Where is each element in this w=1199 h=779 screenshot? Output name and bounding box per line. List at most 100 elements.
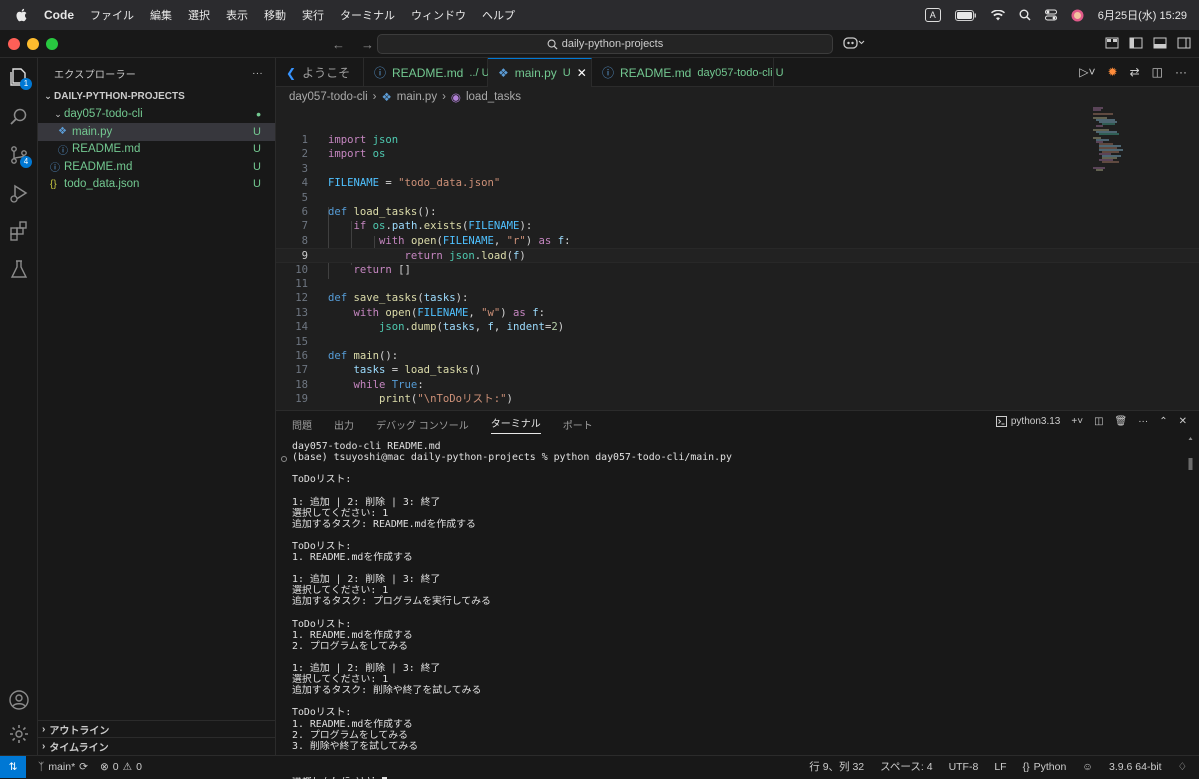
tab-output[interactable]: 出力 bbox=[334, 417, 354, 432]
breadcrumb-file[interactable]: main.py bbox=[397, 91, 437, 103]
file-readme-subfolder[interactable]: ⓘ README.md U bbox=[38, 141, 275, 159]
close-panel-icon[interactable]: ✕ bbox=[1179, 416, 1187, 427]
tab-main-py[interactable]: ❖ main.py U ✕ bbox=[488, 58, 592, 87]
apple-icon[interactable] bbox=[14, 7, 30, 23]
breadcrumb-symbol[interactable]: load_tasks bbox=[466, 91, 521, 103]
toggle-panel-icon[interactable] bbox=[1153, 36, 1167, 50]
copilot-status-icon[interactable]: ☺ bbox=[1082, 761, 1093, 773]
testing-flask-icon[interactable] bbox=[8, 258, 30, 280]
run-debug-icon[interactable] bbox=[8, 182, 30, 204]
battery-icon[interactable] bbox=[954, 9, 977, 21]
python-interpreter[interactable]: 3.9.6 64-bit bbox=[1109, 761, 1162, 773]
more-actions-icon[interactable]: ··· bbox=[252, 68, 263, 79]
outline-section[interactable]: › アウトライン bbox=[38, 720, 276, 737]
terminal-selector[interactable]: python3.13 bbox=[995, 416, 1061, 427]
account-icon[interactable] bbox=[8, 689, 30, 711]
menubar-clock[interactable]: 6月25日(水) 15:29 bbox=[1098, 7, 1187, 23]
menu-run[interactable]: 実行 bbox=[302, 7, 324, 23]
control-center-icon[interactable] bbox=[1044, 9, 1057, 21]
cursor-position[interactable]: 行 9、列 32 bbox=[809, 759, 864, 774]
close-window-button[interactable] bbox=[8, 37, 20, 50]
app-menu-code[interactable]: Code bbox=[44, 8, 74, 22]
sync-icon[interactable]: ⟳ bbox=[79, 761, 88, 773]
remote-indicator-icon[interactable]: ⇅ bbox=[0, 755, 26, 778]
kill-terminal-trash-icon[interactable]: 🗑 bbox=[1115, 416, 1128, 427]
indentation[interactable]: スペース: 4 bbox=[880, 759, 932, 774]
forward-arrow-icon[interactable]: → bbox=[361, 37, 374, 52]
menu-edit[interactable]: 編集 bbox=[150, 7, 172, 23]
new-terminal-icon[interactable]: +˅ bbox=[1071, 416, 1083, 427]
customize-layout-icon[interactable] bbox=[1105, 36, 1119, 50]
folder-day057[interactable]: ⌄ day057-todo-cli • bbox=[38, 106, 275, 124]
info-file-icon: ⓘ bbox=[374, 66, 387, 80]
warning-count: 0 bbox=[136, 760, 142, 773]
menu-go[interactable]: 移動 bbox=[264, 7, 286, 23]
file-readme-root[interactable]: ⓘ README.md U bbox=[38, 158, 275, 176]
breadcrumb-folder[interactable]: day057-todo-cli bbox=[289, 91, 368, 103]
compare-changes-icon[interactable]: ⇄ bbox=[1130, 65, 1140, 79]
menu-window[interactable]: ウィンドウ bbox=[411, 7, 466, 23]
settings-gear-icon[interactable] bbox=[8, 723, 30, 745]
bug-icon[interactable]: ✹ bbox=[1108, 65, 1118, 79]
command-center-label: daily-python-projects bbox=[561, 38, 664, 50]
line-number: 7 bbox=[301, 220, 308, 233]
toggle-primary-sidebar-icon[interactable] bbox=[1129, 36, 1143, 50]
extensions-icon[interactable] bbox=[8, 220, 30, 242]
explorer-icon[interactable]: 1 bbox=[8, 66, 32, 90]
terminal-scrollbar[interactable] bbox=[1188, 435, 1193, 753]
notifications-bell-icon[interactable]: ♢ bbox=[1178, 761, 1187, 773]
back-arrow-icon[interactable]: ← bbox=[332, 37, 345, 52]
tab-terminal[interactable]: ターミナル bbox=[490, 415, 541, 434]
more-actions-icon[interactable]: ··· bbox=[1175, 65, 1187, 79]
menu-help[interactable]: ヘルプ bbox=[482, 7, 515, 23]
minimize-window-button[interactable] bbox=[27, 37, 39, 50]
run-python-icon[interactable]: ▷˅ bbox=[1079, 65, 1095, 79]
search-view-icon[interactable] bbox=[8, 106, 30, 128]
tab-readme-subfolder[interactable]: ⓘ README.md day057-todo-cli U bbox=[592, 58, 784, 87]
file-main-py[interactable]: ❖ main.py U bbox=[38, 123, 275, 141]
menu-view[interactable]: 表示 bbox=[226, 7, 248, 23]
maximize-panel-chevron-up-icon[interactable]: ⌃ bbox=[1159, 416, 1167, 427]
source-control-icon[interactable]: 4 bbox=[8, 144, 32, 168]
tab-problems[interactable]: 問題 bbox=[292, 417, 312, 432]
menu-selection[interactable]: 選択 bbox=[188, 7, 210, 23]
close-tab-icon[interactable]: ✕ bbox=[577, 66, 587, 80]
tab-readme-root[interactable]: ⓘ README.md ../ U ● bbox=[364, 58, 509, 87]
code-editor[interactable]: 1 import json 2 import os 3 4 FILENAME = "t… bbox=[276, 106, 1199, 410]
more-actions-icon[interactable]: ··· bbox=[1138, 416, 1148, 427]
spotlight-search-icon[interactable] bbox=[1019, 9, 1031, 21]
info-file-icon: ⓘ bbox=[58, 145, 68, 157]
split-terminal-icon[interactable]: ◫ bbox=[1094, 416, 1103, 427]
code-line: 8 with open(FILENAME, "r") as f: bbox=[276, 234, 1199, 248]
end-of-line[interactable]: LF bbox=[994, 761, 1006, 773]
zoom-window-button[interactable] bbox=[46, 37, 58, 50]
split-editor-icon[interactable]: ◫ bbox=[1152, 65, 1163, 79]
line-number: 8 bbox=[301, 234, 308, 247]
tab-label: main.py bbox=[514, 66, 557, 80]
tab-welcome[interactable]: ❮ ようこそ bbox=[276, 58, 364, 87]
tab-ports[interactable]: ポート bbox=[563, 417, 593, 432]
workspace-root[interactable]: ⌄ DAILY-PYTHON-PROJECTS bbox=[38, 88, 275, 106]
siri-icon[interactable] bbox=[1071, 9, 1084, 22]
language-mode[interactable]: {} Python bbox=[1023, 761, 1067, 773]
panel-actions: python3.13 +˅ ◫ 🗑 ··· ⌃ ✕ bbox=[995, 416, 1187, 427]
branch-indicator[interactable]: ᛉ main* ⟳ bbox=[38, 761, 88, 773]
wifi-icon[interactable] bbox=[990, 9, 1005, 21]
title-bar: ← → daily-python-projects bbox=[0, 30, 1199, 58]
menu-terminal[interactable]: ターミナル bbox=[340, 7, 395, 23]
tab-debug-console[interactable]: デバッグ コンソール bbox=[376, 417, 469, 432]
copilot-menu-icon[interactable] bbox=[843, 36, 865, 53]
minimap[interactable] bbox=[1091, 106, 1131, 176]
editor-tabs: ❮ ようこそ ⓘ README.md ../ U ● ❖ main.py U ✕… bbox=[276, 58, 1199, 87]
terminal-shell-label: python3.13 bbox=[1010, 416, 1061, 427]
command-center[interactable]: daily-python-projects bbox=[377, 34, 833, 54]
timeline-label: タイムライン bbox=[49, 742, 109, 754]
toggle-secondary-sidebar-icon[interactable] bbox=[1177, 36, 1191, 50]
encoding[interactable]: UTF-8 bbox=[949, 761, 979, 773]
timeline-section[interactable]: › タイムライン bbox=[38, 737, 276, 754]
menu-file[interactable]: ファイル bbox=[90, 7, 134, 23]
git-status: U bbox=[253, 125, 261, 138]
file-todo-data-json[interactable]: {} todo_data.json U bbox=[38, 176, 275, 194]
problems-indicator[interactable]: ⊗ 0 ⚠ 0 bbox=[100, 761, 142, 773]
input-source-indicator[interactable]: A bbox=[924, 8, 941, 22]
